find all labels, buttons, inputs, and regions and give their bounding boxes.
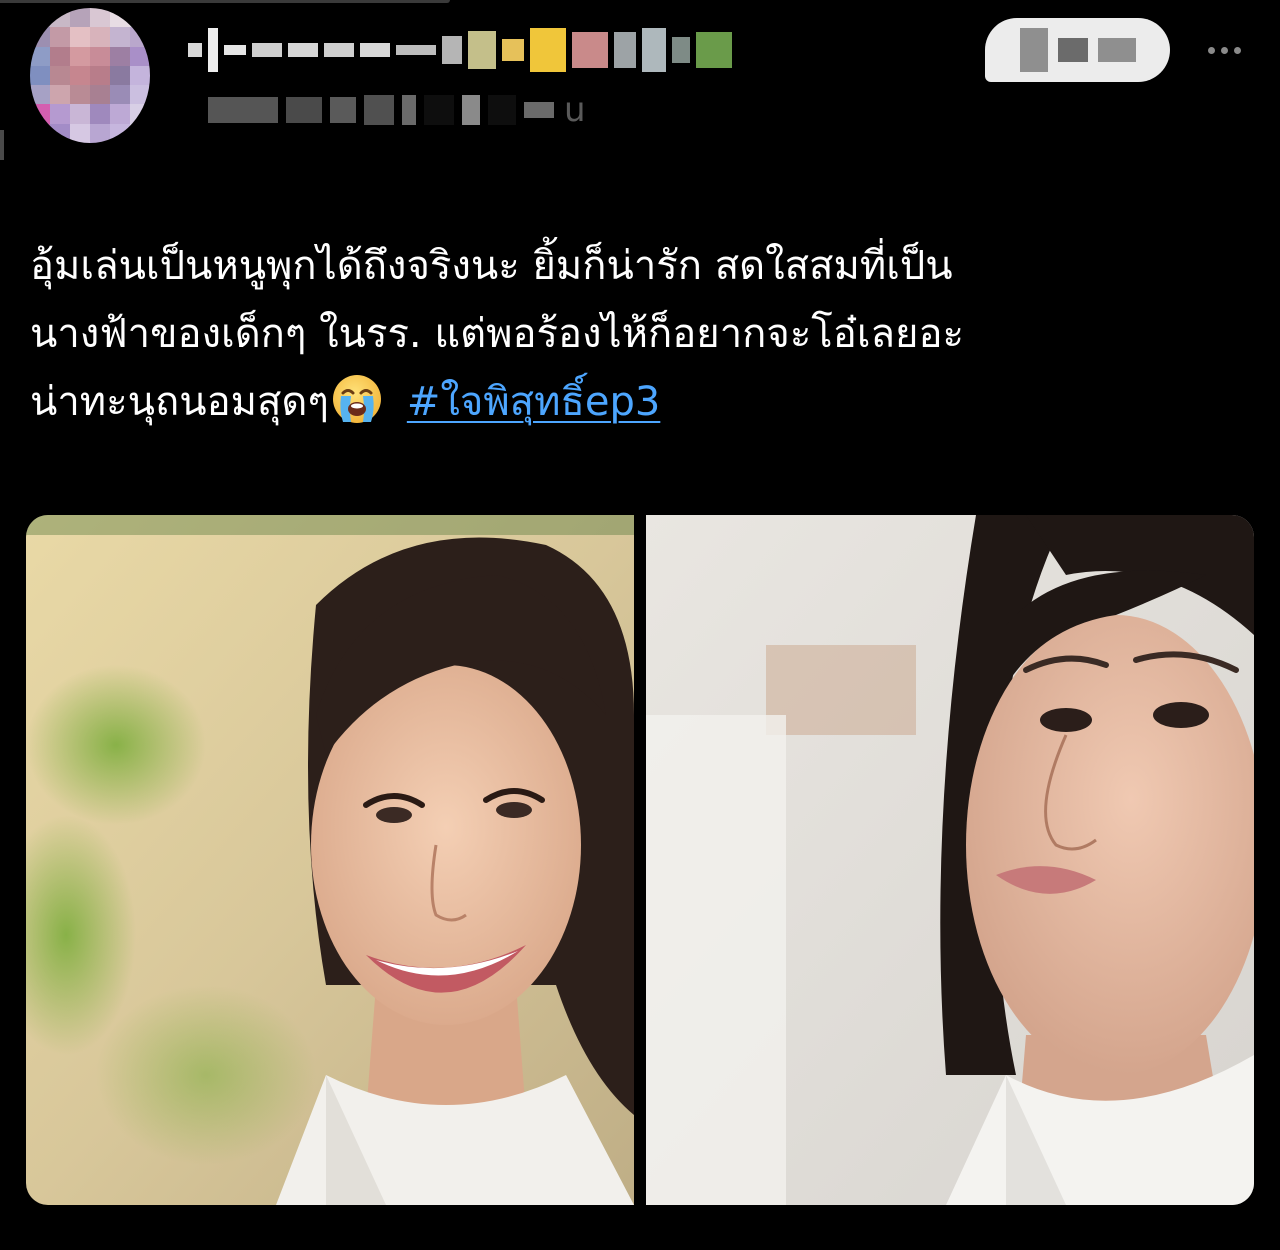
hashtag-link[interactable]: #ใจพิสุทธิ์ep3: [407, 379, 661, 425]
tweet-line-1: อุ้มเล่นเป็นหนูพุกได้ถึงจริงนะ ยิ้มก็น่า…: [30, 243, 953, 289]
handle-redacted[interactable]: u: [208, 90, 586, 130]
follow-button-label-redacted: [1019, 28, 1048, 72]
tweet-text: อุ้มเล่นเป็นหนูพุกได้ถึงจริงนะ ยิ้มก็น่า…: [30, 232, 1250, 436]
photo-smiling-woman: [26, 515, 634, 1205]
top-edge-line: [0, 0, 450, 3]
tweet-line-2: นางฟ้าของเด็กๆ ในรร. แต่พอร้องไห้ก็อยากจ…: [30, 311, 964, 357]
follow-button[interactable]: [985, 18, 1170, 82]
handle-suffix: u: [564, 90, 586, 130]
follow-button-label-redacted: [1057, 38, 1088, 62]
photo-tearful-woman: [646, 515, 1254, 1205]
media-photo-left[interactable]: [26, 515, 634, 1205]
more-dots-icon[interactable]: [1198, 30, 1250, 70]
dot: [1220, 46, 1228, 54]
tweet-media: [26, 515, 1254, 1205]
display-name-redacted[interactable]: [188, 20, 732, 80]
crying-face-emoji-icon: [332, 375, 381, 423]
avatar[interactable]: [30, 8, 150, 143]
media-photo-right[interactable]: [646, 515, 1254, 1205]
tweet-line-3-text: น่าทะนุถนอมสุดๆ: [30, 379, 329, 425]
tweet-line-3: น่าทะนุถนอมสุดๆ #ใจพิสุทธิ์ep3: [30, 368, 1250, 436]
dot: [1207, 46, 1215, 54]
dot: [1233, 46, 1241, 54]
left-edge-mark: [0, 130, 4, 160]
follow-button-label-redacted: [1097, 38, 1136, 62]
